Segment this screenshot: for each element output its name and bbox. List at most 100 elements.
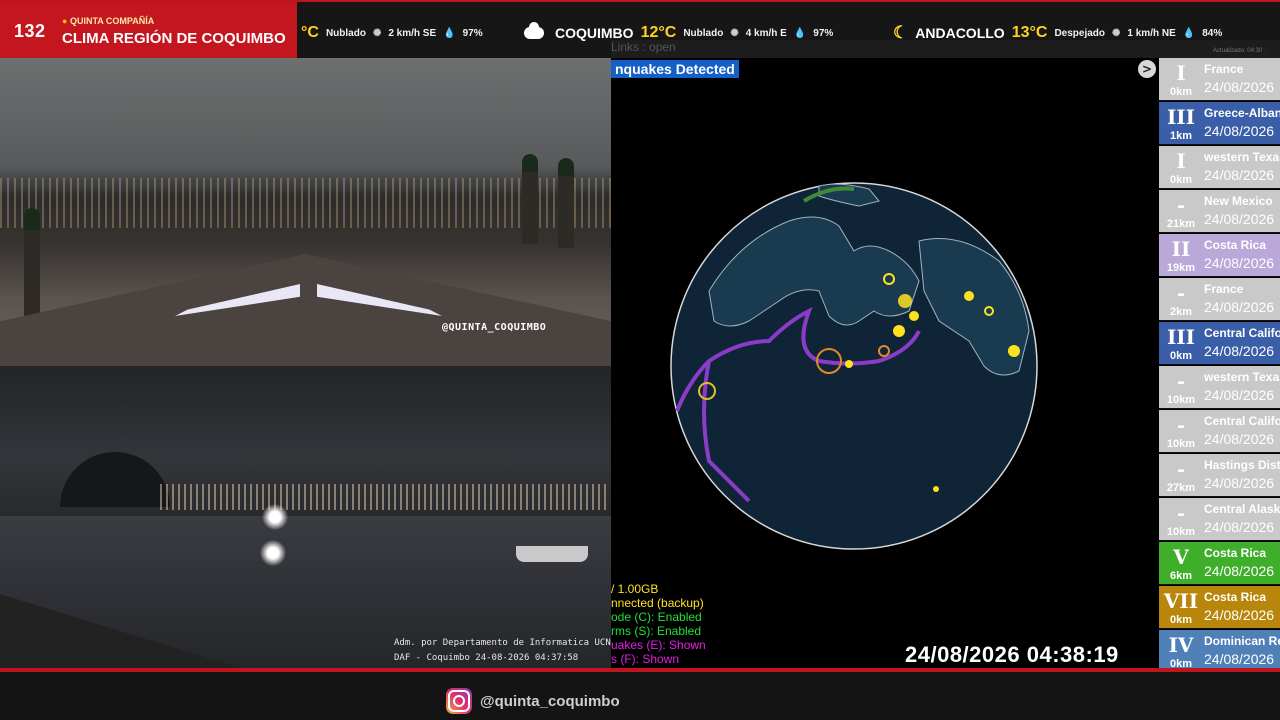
wind-icon: ✺ [730,27,739,39]
weather-item-partial: °C Nublado ✺ 2 km/h SE 💧 97% [301,24,483,42]
globe-ocean [670,182,1038,550]
intensity-numeral: II [1171,237,1191,261]
quake-date: 24/08/2026 [1204,255,1275,271]
quake-distance: 21km [1166,218,1196,230]
weather-city: ANDACOLLO [915,25,1005,41]
mmi-intensity: III 1km [1159,102,1203,144]
house-roof [0,254,611,366]
quake-distance: 0km [1169,350,1193,362]
palm-tree [24,208,40,318]
quake-location: Costa Rica [1204,238,1267,252]
intensity-numeral: IV [1168,633,1194,657]
quake-location: Greece-Albania [1204,106,1280,120]
instagram-handle: @quinta_coquimbo [480,692,620,710]
humidity-icon: 💧 [443,27,456,39]
quake-list-item[interactable]: I 0km France 24/08/2026 [1159,58,1280,101]
weather-city: COQUIMBO [555,25,634,41]
company-label: ● QUINTA COMPAÑÍA [62,16,154,26]
weather-condition: Despejado [1054,27,1106,39]
boat [516,546,588,562]
quake-list-item[interactable]: II 19km Costa Rica 24/08/2026 [1159,234,1280,277]
quake-marker [845,360,853,368]
quake-date: 24/08/2026 [1204,299,1275,315]
mmi-intensity: -10km [1159,498,1203,540]
quake-date: 24/08/2026 [1204,79,1275,95]
quake-list-item[interactable]: -21km New Mexico 24/08/2026 [1159,190,1280,233]
quake-distance: 2km [1169,306,1193,318]
quake-list-item[interactable]: I 0km western Texas 24/08/2026 [1159,146,1280,189]
status-line: rms (S): Enabled [611,624,702,638]
company-name: QUINTA COMPAÑÍA [69,16,155,26]
humidity-icon: 💧 [1182,27,1196,39]
intensity-numeral: V [1173,545,1189,569]
instagram-icon [446,688,472,714]
quake-location: Central California [1204,414,1280,428]
quake-list-item[interactable]: III1kmGreece-Albania24/08/2026 [1159,102,1280,145]
instagram-link[interactable]: @quinta_coquimbo [446,688,620,714]
intensity-numeral: I [1176,61,1186,85]
intensity-numeral: - [1176,281,1186,305]
quake-location: Hastings District [1204,458,1280,472]
quake-distance: 27km [1166,482,1196,494]
earthquakes-detected-banner: nquakes Detected [611,60,739,78]
quake-list-item[interactable]: IV0kmDominican Republic 24/08/2026 [1159,630,1280,673]
city-lights [0,178,611,228]
links-strip: Links : open Actualizado: 04:30 · [611,40,1280,58]
camera-watermark: @QUINTA_COQUIMBO [442,322,547,333]
quake-list-item[interactable]: -10km western Texas 24/08/2026 [1159,366,1280,409]
intensity-numeral: III [1166,325,1196,349]
quake-distance: 1km [1169,130,1193,142]
quake-location: western Texas [1204,150,1280,164]
quake-list-item[interactable]: III0kmCentral California24/08/2026 [1159,322,1280,365]
banner-title: CLIMA REGIÓN DE COQUIMBO [62,30,286,47]
quake-location: France [1204,282,1244,296]
intensity-numeral: III [1166,105,1196,129]
quake-list-item[interactable]: -10kmCentral California 24/08/2026 [1159,410,1280,453]
intensity-numeral: - [1176,193,1186,217]
camera-feed-city: @QUINTA_COQUIMBO [0,58,611,366]
quake-location: Central California [1204,326,1280,340]
quake-list-item[interactable]: -2km France 24/08/2026 [1159,278,1280,321]
quake-list-item[interactable]: -10km Central Alaska 24/08/2026 [1159,498,1280,541]
channel-brand: 132 ● QUINTA COMPAÑÍA CLIMA REGIÓN DE CO… [0,2,297,60]
mmi-intensity: -10km [1159,410,1203,452]
quake-distance: 0km [1169,174,1193,186]
light-glow [262,504,288,530]
palm-tree [558,158,574,248]
quake-date: 24/08/2026 [1204,387,1275,403]
mmi-intensity: -2km [1159,278,1203,320]
quake-list-item[interactable]: V 6km Costa Rica 24/08/2026 [1159,542,1280,585]
status-line: ode (C): Enabled [611,610,702,624]
quake-marker [909,311,919,321]
quake-marker [964,291,974,301]
mmi-intensity: VII 0km [1159,586,1203,628]
quake-date: 24/08/2026 [1204,607,1275,623]
humidity-icon: 💧 [793,27,807,39]
harbor-lights [160,484,610,510]
quake-list-item[interactable]: -27kmHastings District24/08/2026 [1159,454,1280,497]
quake-distance: 10km [1166,394,1196,406]
mmi-intensity: I 0km [1159,58,1203,100]
weather-humidity: 97% [813,27,834,39]
mmi-intensity: -27km [1159,454,1203,496]
mmi-intensity: IV 0km [1159,630,1203,672]
updated-label: Actualizado: 04:30 · [1212,48,1266,54]
quake-distance: 10km [1166,438,1196,450]
wind-icon: ✺ [1112,27,1121,39]
links-status: Links : open [611,40,676,54]
quake-distance: 19km [1166,262,1196,274]
quake-marker [893,325,905,337]
mmi-intensity: -10km [1159,366,1203,408]
weather-wind: 4 km/h E [745,27,787,39]
quake-marker [898,294,912,308]
footer-bar: @quinta_coquimbo [0,672,1280,720]
seismic-clock: 24/08/2026 04:38:19 [905,642,1119,667]
quake-list-item[interactable]: VII 0km Costa Rica 24/08/2026 [1159,586,1280,629]
quake-date: 24/08/2026 [1204,431,1275,447]
earthquake-list: I0kmFrance24/08/2026III1kmGreece-Albania… [1159,58,1280,673]
hill [60,452,170,507]
mmi-intensity: II 19km [1159,234,1203,276]
next-arrow-button[interactable]: > [1138,60,1156,78]
weather-humidity: 84% [1202,27,1223,39]
channel-number: 132 [14,21,46,41]
